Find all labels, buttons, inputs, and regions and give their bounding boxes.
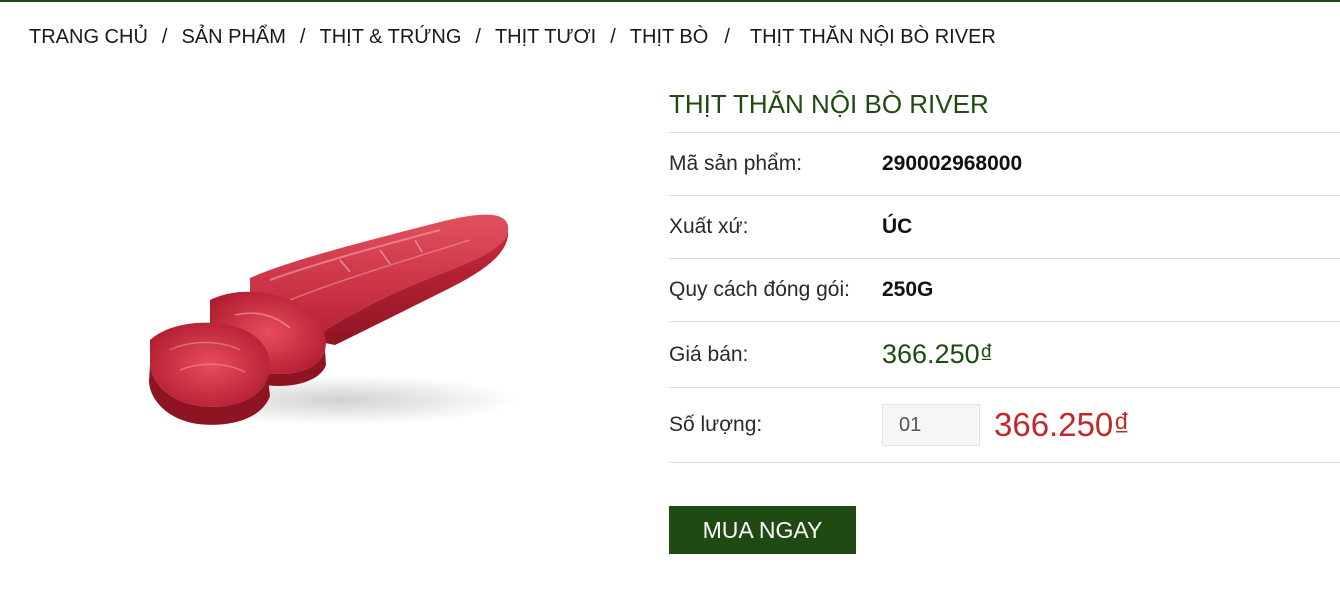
price-row: Giá bán: 366.250₫ [669, 322, 1340, 388]
breadcrumb-separator: / [299, 25, 306, 48]
buy-now-button[interactable]: MUA NGAY [669, 506, 856, 554]
quantity-label: Số lượng: [669, 413, 763, 436]
breadcrumb: TRANG CHỦ / SẢN PHẨM / THỊT & TRỨNG / TH… [29, 24, 996, 50]
breadcrumb-fresh-meat[interactable]: THỊT TƯƠI [495, 26, 596, 49]
packaging-value: 250G [882, 278, 934, 301]
quantity-row: Số lượng: 366.250₫ [669, 388, 1340, 463]
sku-row: Mã sản phẩm: 290002968000 [669, 133, 1340, 196]
sku-value: 290002968000 [882, 152, 1023, 175]
packaging-row: Quy cách đóng gói: 250G [669, 259, 1340, 322]
breadcrumb-separator: / [610, 25, 616, 48]
top-accent-bar [0, 0, 1340, 2]
total-price: 366.250₫ [994, 406, 1131, 443]
origin-value: ÚC [882, 215, 913, 238]
origin-row: Xuất xứ: ÚC [669, 196, 1340, 259]
price-label: Giá bán: [669, 342, 749, 366]
product-image [140, 200, 520, 440]
breadcrumb-separator: / [161, 25, 168, 48]
product-title: THỊT THĂN NỘI BÒ RIVER [669, 80, 1340, 133]
breadcrumb-separator: / [724, 25, 730, 48]
breadcrumb-separator: / [475, 25, 481, 48]
beef-tenderloin-image [149, 214, 520, 425]
breadcrumb-products[interactable]: SẢN PHẨM [181, 26, 285, 49]
breadcrumb-current: THỊT THĂN NỘI BÒ RIVER [749, 25, 996, 48]
quantity-input[interactable] [882, 404, 980, 446]
breadcrumb-meat-eggs[interactable]: THỊT & TRỨNG [319, 26, 461, 49]
packaging-label: Quy cách đóng gói: [669, 278, 850, 301]
breadcrumb-home[interactable]: TRANG CHỦ [29, 26, 148, 49]
origin-label: Xuất xứ: [669, 215, 749, 238]
breadcrumb-beef[interactable]: THỊT BÒ [630, 26, 709, 49]
product-info: THỊT THĂN NỘI BÒ RIVER Mã sản phẩm: 2900… [669, 80, 1340, 463]
sku-label: Mã sản phẩm: [669, 152, 803, 175]
price-value: 366.250₫ [882, 339, 994, 369]
